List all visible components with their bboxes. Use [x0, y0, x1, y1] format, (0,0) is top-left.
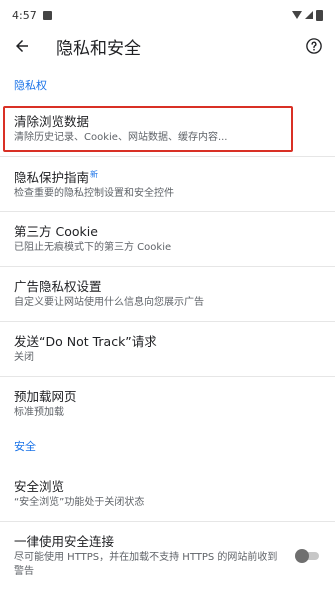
https-toggle[interactable]: [295, 549, 321, 563]
item-text: 发送“Do Not Track”请求 关闭: [14, 334, 321, 365]
item-title: 第三方 Cookie: [14, 223, 98, 239]
ad-privacy-item[interactable]: 广告隐私权设置 自定义要让网站使用什么信息向您展示广告: [0, 267, 335, 322]
item-subtitle: “安全浏览”功能处于关闭状态: [14, 496, 145, 508]
item-title: 广告隐私权设置: [14, 278, 102, 294]
item-subtitle: 检查重要的隐私控制设置和安全控件: [14, 188, 174, 200]
item-title-label: 隐私保护指南: [14, 170, 90, 186]
page-title: 隐私和安全: [56, 38, 141, 59]
arrow-left-icon: [16, 40, 28, 52]
item-subtitle: 已阻止无痕模式下的第三方 Cookie: [14, 241, 172, 253]
item-title: 清除浏览数据: [14, 113, 90, 129]
status-bar: 4:57: [0, 0, 335, 30]
back-button[interactable]: [10, 34, 34, 58]
item-text: 隐私保护指南新 检查重要的隐私控制设置和安全控件: [14, 167, 321, 201]
section-header-privacy: 隐私权: [14, 79, 47, 92]
safe-browsing-item[interactable]: 安全浏览 “安全浏览”功能处于关闭状态: [0, 467, 335, 522]
help-icon: [306, 38, 322, 54]
item-text: 安全浏览 “安全浏览”功能处于关闭状态: [14, 479, 321, 510]
help-button[interactable]: [303, 35, 325, 57]
status-right: [292, 9, 323, 21]
https-always-item[interactable]: 一律使用安全连接 尽可能使用 HTTPS，并在加载不支持 HTTPS 的网站前收…: [0, 522, 335, 590]
item-subtitle: 标准预加载: [14, 406, 64, 418]
privacy-guide-item[interactable]: 隐私保护指南新 检查重要的隐私控制设置和安全控件: [0, 157, 335, 212]
signal-icon: [305, 11, 313, 19]
toggle-thumb: [295, 549, 309, 563]
notification-icon: [42, 10, 52, 20]
clear-browsing-data-item[interactable]: 清除浏览数据 清除历史记录、Cookie、网站数据、缓存内容...: [0, 102, 335, 157]
item-subtitle: 清除历史记录、Cookie、网站数据、缓存内容...: [14, 131, 228, 143]
item-subtitle: 关闭: [14, 351, 34, 363]
wifi-icon: [292, 11, 302, 19]
section-header-security: 安全: [14, 440, 36, 453]
battery-icon: [316, 9, 323, 21]
item-title: 一律使用安全连接: [14, 533, 115, 549]
item-title: 发送“Do Not Track”请求: [14, 333, 157, 349]
item-text: 第三方 Cookie 已阻止无痕模式下的第三方 Cookie: [14, 224, 321, 255]
item-title: 隐私保护指南新: [14, 167, 321, 186]
item-title: 预加载网页: [14, 388, 77, 404]
item-subtitle: 尽可能使用 HTTPS，并在加载不支持 HTTPS 的网站前收到警告: [14, 551, 278, 577]
item-text: 清除浏览数据 清除历史记录、Cookie、网站数据、缓存内容...: [14, 114, 321, 145]
third-party-cookie-item[interactable]: 第三方 Cookie 已阻止无痕模式下的第三方 Cookie: [0, 212, 335, 267]
status-time: 4:57: [12, 8, 37, 22]
item-subtitle: 自定义要让网站使用什么信息向您展示广告: [14, 296, 204, 308]
item-text: 广告隐私权设置 自定义要让网站使用什么信息向您展示广告: [14, 279, 321, 310]
item-text: 预加载网页 标准预加载: [14, 389, 321, 420]
preload-item[interactable]: 预加载网页 标准预加载: [0, 377, 335, 431]
item-title: 安全浏览: [14, 478, 65, 494]
app-bar: 隐私和安全: [0, 30, 335, 62]
status-left: 4:57: [12, 9, 52, 22]
do-not-track-item[interactable]: 发送“Do Not Track”请求 关闭: [0, 322, 335, 377]
item-text: 一律使用安全连接 尽可能使用 HTTPS，并在加载不支持 HTTPS 的网站前收…: [14, 534, 285, 579]
new-badge: 新: [90, 169, 99, 179]
